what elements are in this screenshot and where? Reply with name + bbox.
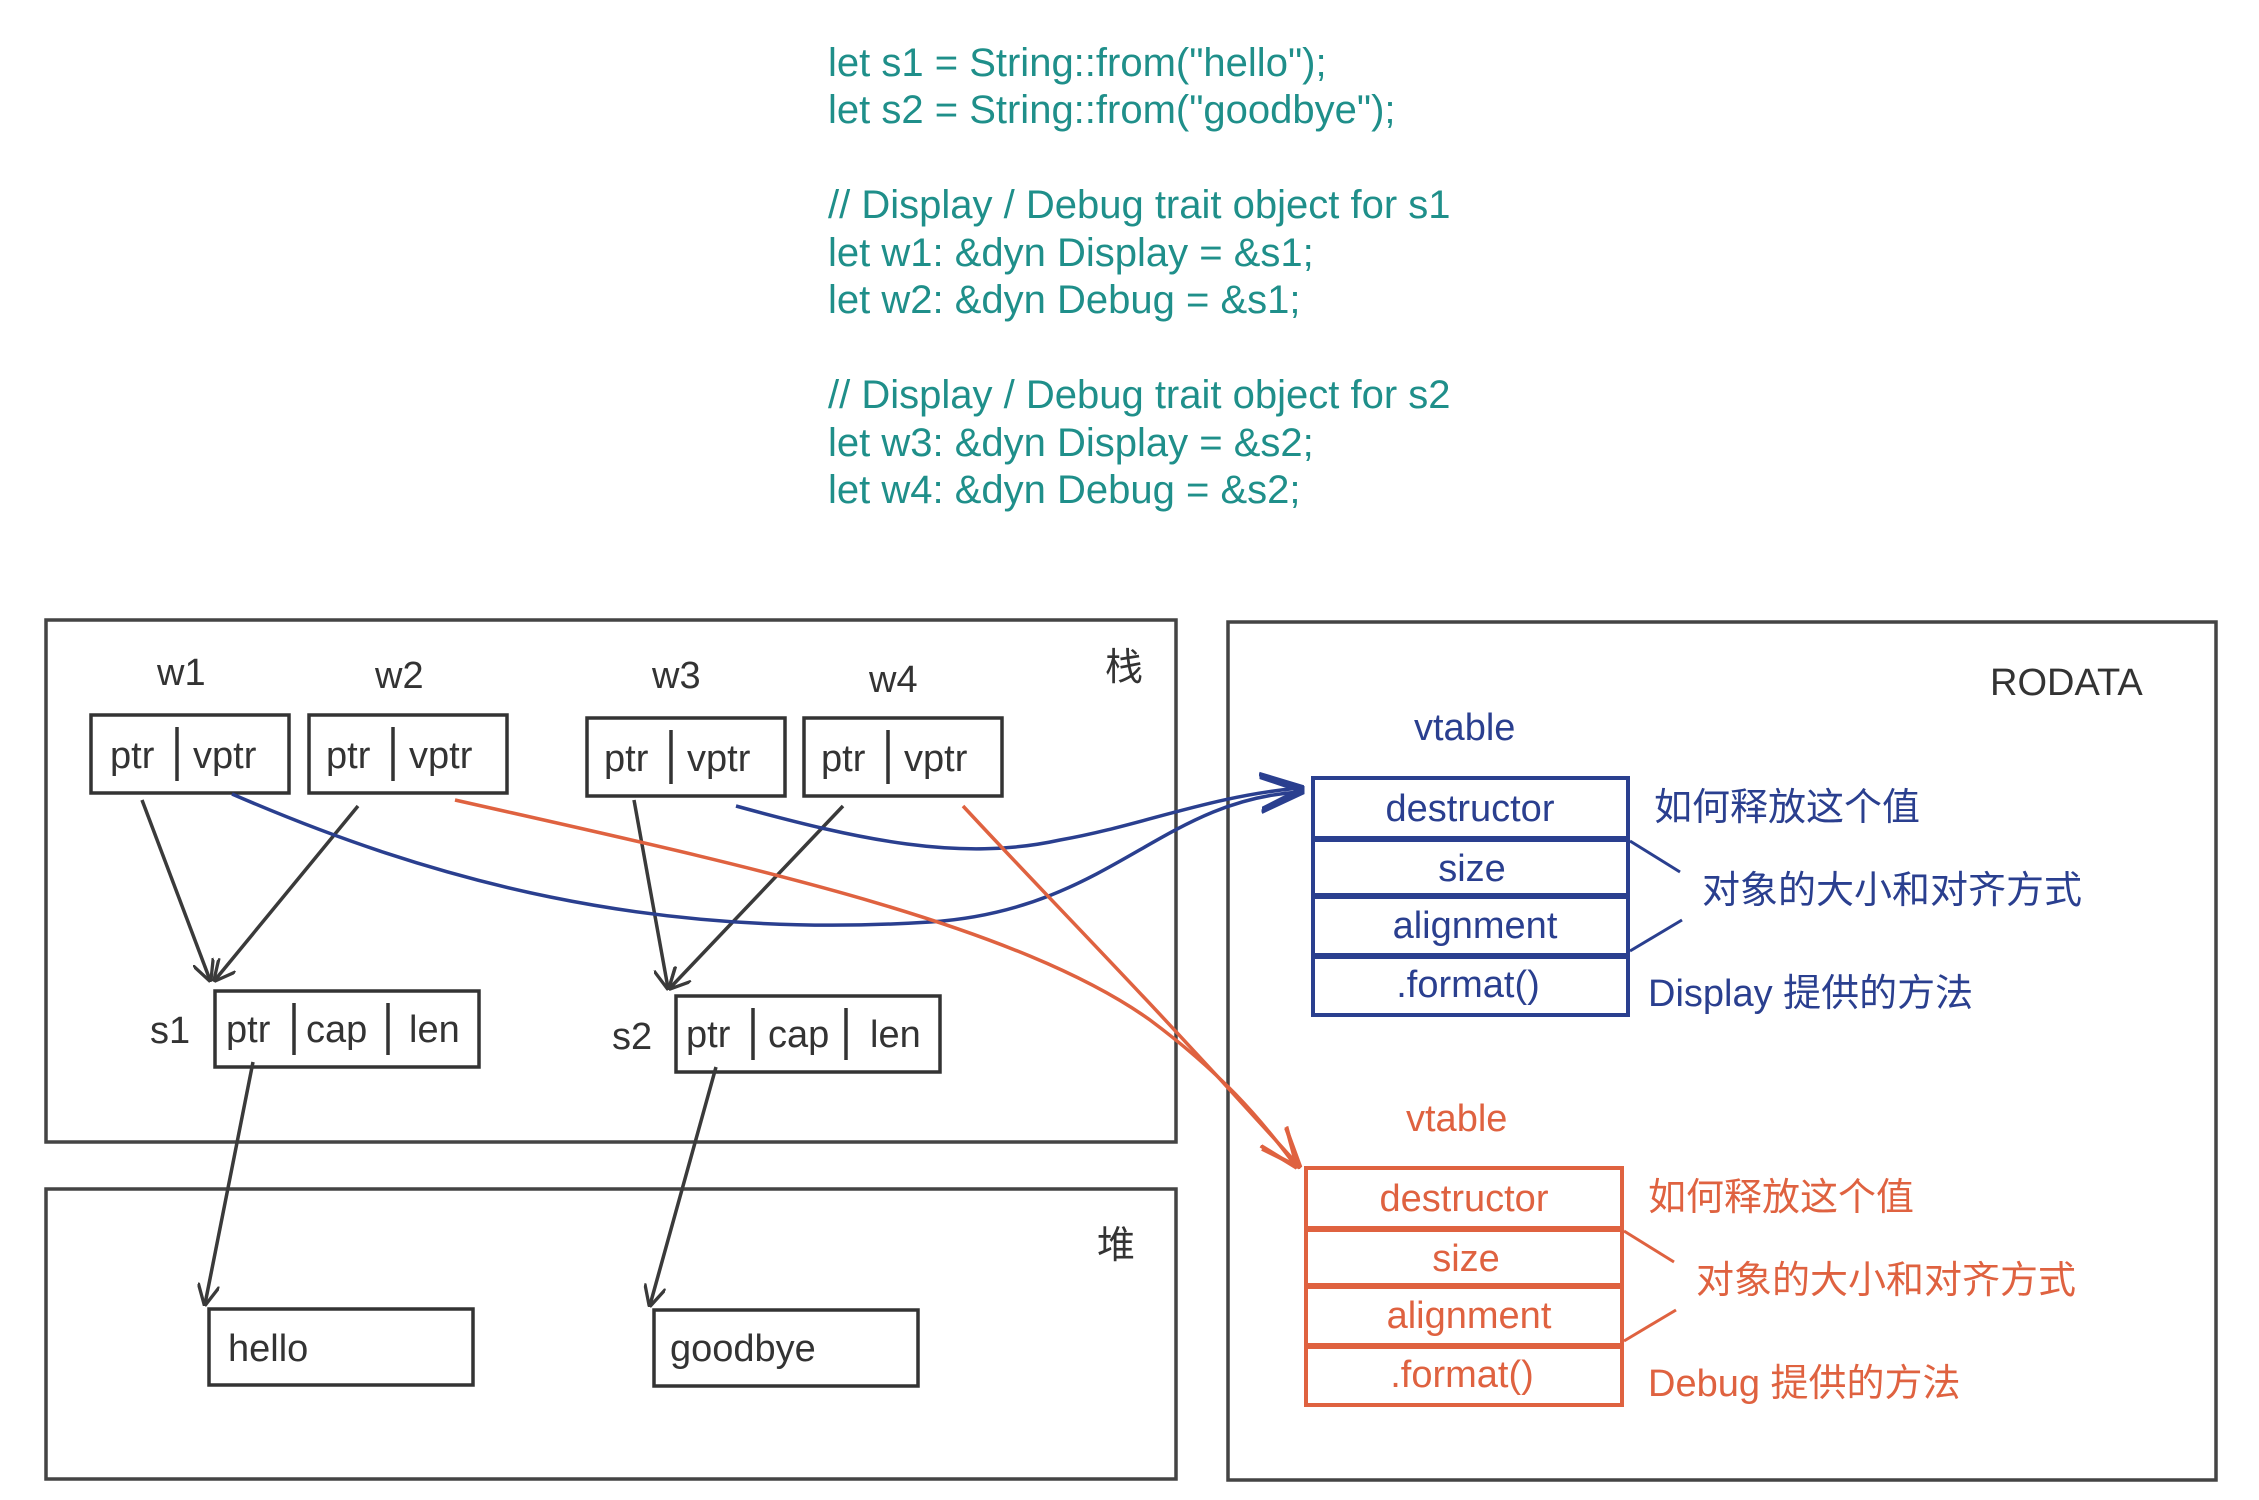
vtable-title: vtable <box>1414 707 1515 749</box>
vtable-cell: destructor <box>1380 1178 1549 1220</box>
arrow-s2-ptr-to-goodbye <box>650 1066 718 1305</box>
code-line: let s2 = String::from("goodbye"); <box>828 88 1396 132</box>
ptr-cell: ptr <box>604 738 649 780</box>
code-line: let w3: &dyn Display = &s2; <box>828 421 1314 465</box>
fat-pointer-w2: w2 ptr vptr <box>307 655 509 795</box>
code-block: let s1 = String::from("hello"); let s2 =… <box>828 41 1451 512</box>
vtable-note: Debug 提供的方法 <box>1648 1363 1961 1405</box>
data-pointer-arrows <box>140 799 845 1305</box>
ptr-cell: ptr <box>110 735 155 777</box>
code-line: let w1: &dyn Display = &s1; <box>828 231 1314 275</box>
ptr-cell: ptr <box>326 735 371 777</box>
debug-vptr-arrows <box>454 798 1298 1165</box>
arrow-w4-vptr-to-debug-vtable <box>961 804 1298 1165</box>
vtable-title: vtable <box>1406 1098 1507 1140</box>
fat-pointer-name: w1 <box>156 652 206 694</box>
arrow-w2-vptr-to-debug-vtable <box>454 798 1295 1165</box>
vtable-cell: alignment <box>1387 1295 1552 1337</box>
rodata-label: RODATA <box>1990 662 2143 704</box>
fat-pointer-name: w2 <box>374 655 424 697</box>
vptr-cell: vptr <box>409 735 473 777</box>
arrow-w3-ptr-to-s2 <box>632 799 668 988</box>
vtable-cell: size <box>1438 848 1506 890</box>
vtable-cell: .format() <box>1390 1354 1534 1396</box>
heap-text: hello <box>228 1328 308 1370</box>
ptr-cell: ptr <box>686 1014 731 1056</box>
code-comment: // Display / Debug trait object for s2 <box>828 373 1451 417</box>
vptr-cell: vptr <box>193 735 257 777</box>
heap-value-hello: hello <box>207 1307 475 1387</box>
code-line: let w4: &dyn Debug = &s2; <box>828 468 1301 512</box>
heap-label: 堆 <box>1097 1225 1135 1267</box>
vptr-cell: vptr <box>904 738 968 780</box>
ptr-cell: ptr <box>226 1009 271 1051</box>
cap-cell: cap <box>306 1009 367 1051</box>
vtable-note: 对象的大小和对齐方式 <box>1696 1260 2076 1302</box>
vtable-debug: vtable destructor size alignment .format… <box>1304 1098 2076 1407</box>
len-cell: len <box>870 1014 921 1056</box>
string-name: s1 <box>150 1010 190 1052</box>
ptr-cell: ptr <box>821 738 866 780</box>
code-line: let s1 = String::from("hello"); <box>828 41 1327 85</box>
fat-pointer-w1: w1 ptr vptr <box>89 652 291 795</box>
arrow-w1-vptr-to-display-vtable <box>231 792 1300 927</box>
vtable-note: 如何释放这个值 <box>1648 1177 1914 1219</box>
len-cell: len <box>409 1009 460 1051</box>
vtable-display: vtable destructor size alignment .format… <box>1311 707 2082 1017</box>
vtable-note: 如何释放这个值 <box>1654 787 1920 829</box>
arrow-w2-ptr-to-s1 <box>215 804 360 980</box>
display-vptr-arrows <box>231 788 1300 927</box>
string-s1: s1 ptr cap len <box>150 989 481 1069</box>
vtable-cell: destructor <box>1386 788 1555 830</box>
heap-text: goodbye <box>670 1328 816 1370</box>
vptr-cell: vptr <box>687 738 751 780</box>
string-name: s2 <box>612 1016 652 1058</box>
fat-pointer-w3: w3 ptr vptr <box>585 655 787 798</box>
fat-pointer-name: w3 <box>651 655 701 697</box>
heap-value-goodbye: goodbye <box>652 1308 920 1388</box>
trait-object-diagram: let s1 = String::from("hello"); let s2 =… <box>44 41 2218 1482</box>
vtable-note: Display 提供的方法 <box>1648 973 1973 1015</box>
vtable-cell: size <box>1432 1238 1500 1280</box>
code-line: let w2: &dyn Debug = &s1; <box>828 278 1301 322</box>
vtable-cell: .format() <box>1396 964 1540 1006</box>
fat-pointer-w4: w4 ptr vptr <box>802 659 1004 798</box>
stack-label: 栈 <box>1105 647 1143 689</box>
heap-frame <box>44 1187 1178 1481</box>
vtable-note: 对象的大小和对齐方式 <box>1702 870 2082 912</box>
string-s2: s2 ptr cap len <box>612 994 942 1074</box>
code-comment: // Display / Debug trait object for s1 <box>828 183 1451 227</box>
arrow-w4-ptr-to-s2 <box>670 804 845 988</box>
fat-pointer-name: w4 <box>868 659 918 701</box>
vtable-cell: alignment <box>1393 905 1558 947</box>
arrow-s1-ptr-to-hello <box>205 1061 255 1304</box>
arrow-w1-ptr-to-s1 <box>140 799 210 980</box>
cap-cell: cap <box>768 1014 829 1056</box>
